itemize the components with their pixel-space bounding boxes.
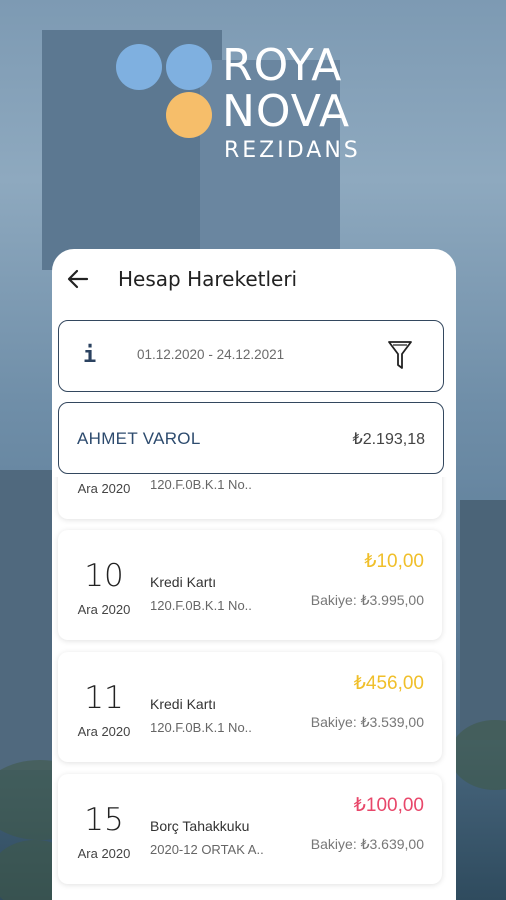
page-title: Hesap Hareketleri (118, 267, 298, 291)
transaction-amount: ₺10,00 (364, 551, 424, 572)
logo-dot-blue-1 (116, 44, 162, 90)
brand-line-3: REZIDANS (224, 138, 361, 163)
transaction-reference: 120.F.0B.K.1 No.. (150, 598, 252, 613)
transaction-card[interactable]: 10 Ara 2020 Kredi Kartı 120.F.0B.K.1 No.… (58, 530, 442, 640)
transaction-amount: ₺456,00 (353, 673, 424, 694)
funnel-icon[interactable] (387, 339, 413, 371)
account-movements-sheet: Hesap Hareketleri i 01.12.2020 - 24.12.2… (52, 249, 456, 900)
transaction-balance: Bakiye: ₺3.539,00 (310, 714, 424, 730)
transaction-balance: Bakiye: ₺3.995,00 (310, 592, 424, 608)
logo-dot-orange (166, 92, 212, 138)
date-range: 01.12.2020 - 24.12.2021 (137, 347, 285, 362)
account-holder-name: AHMET VAROL (77, 429, 201, 448)
brand-line-1: ROYA (222, 40, 343, 91)
brand-line-2: NOVA (222, 86, 351, 137)
transaction-month: Ara 2020 (77, 481, 131, 496)
transaction-month: Ara 2020 (77, 602, 131, 617)
account-summary[interactable]: AHMET VAROL ₺2.193,18 (58, 402, 444, 474)
transaction-reference: 120.F.0B.K.1 No.. (150, 477, 252, 492)
account-balance: ₺2.193,18 (352, 431, 425, 448)
header: Hesap Hareketleri (52, 249, 456, 311)
transaction-month: Ara 2020 (77, 846, 131, 861)
transaction-card[interactable]: 15 Ara 2020 Borç Tahakkuku 2020-12 ORTAK… (58, 774, 442, 884)
transaction-reference: 2020-12 ORTAK A.. (150, 842, 264, 857)
arrow-left-icon (67, 269, 89, 289)
transaction-card[interactable]: 11 Ara 2020 Kredi Kartı 120.F.0B.K.1 No.… (58, 652, 442, 762)
transaction-description: Borç Tahakkuku (150, 818, 250, 834)
transaction-description: Kredi Kartı (150, 574, 217, 590)
transaction-reference: 120.F.0B.K.1 No.. (150, 720, 252, 735)
logo-dot-blue-2 (166, 44, 212, 90)
transaction-day: 10 (84, 558, 124, 594)
transaction-amount: ₺100,00 (353, 795, 424, 816)
transaction-day: 11 (84, 680, 124, 716)
transaction-list[interactable]: Ara 2020 120.F.0B.K.1 No.. 10 Ara 2020 K… (52, 477, 456, 900)
transaction-card[interactable]: Ara 2020 120.F.0B.K.1 No.. (58, 477, 442, 519)
transaction-balance: Bakiye: ₺3.639,00 (310, 836, 424, 852)
brand-logo: ROYA NOVA REZIDANS (116, 42, 406, 172)
info-icon[interactable]: i (83, 343, 96, 368)
transaction-day: 15 (84, 802, 124, 838)
back-button[interactable] (64, 265, 92, 293)
transaction-month: Ara 2020 (77, 724, 131, 739)
transaction-description: Kredi Kartı (150, 696, 217, 712)
date-filter-bar[interactable]: i 01.12.2020 - 24.12.2021 (58, 320, 444, 392)
